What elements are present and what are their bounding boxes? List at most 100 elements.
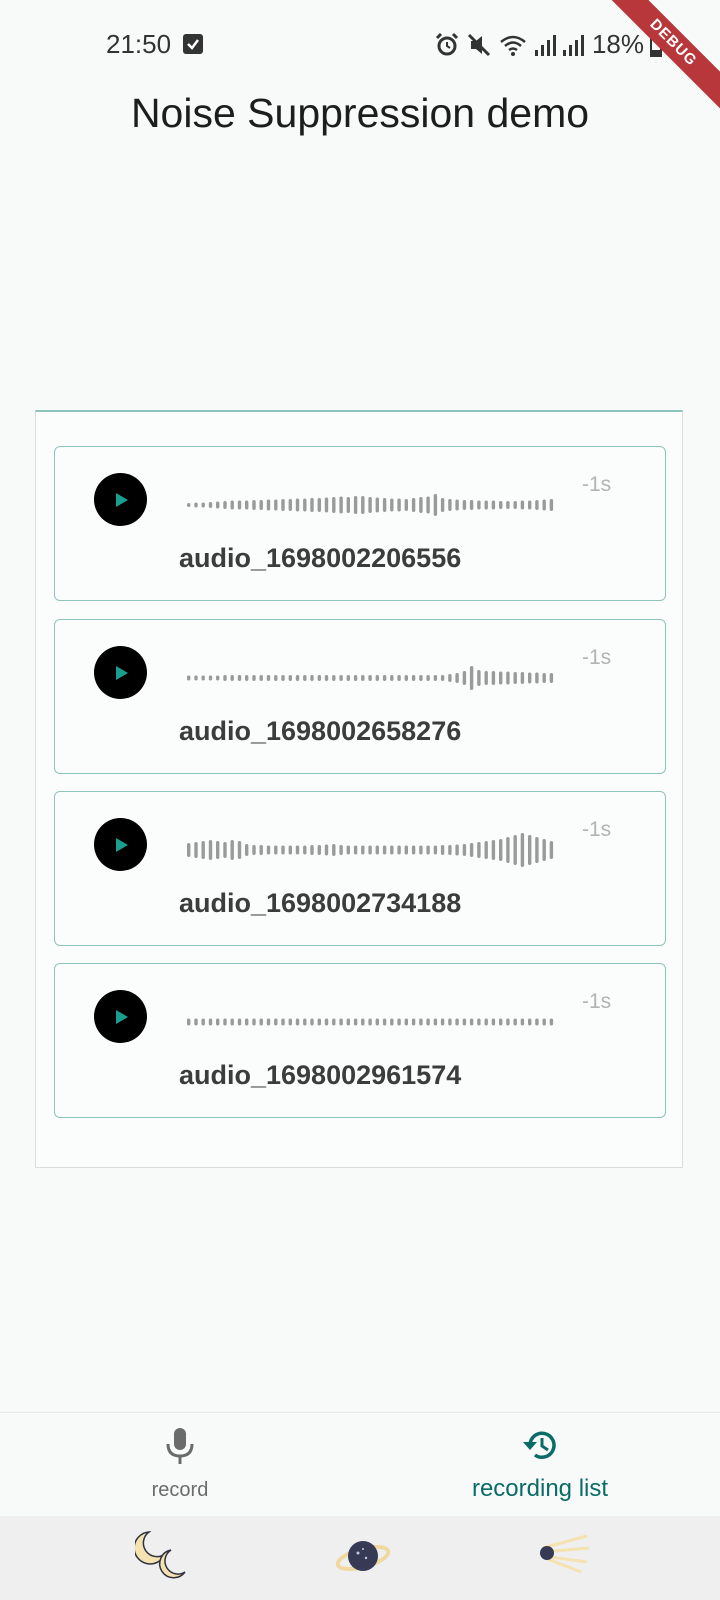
- play-button[interactable]: [94, 818, 147, 871]
- waveform-bar: [310, 675, 314, 681]
- play-icon: [115, 1009, 128, 1024]
- waveform-bar: [324, 844, 329, 856]
- waveform-bar: [455, 673, 459, 683]
- waveform-bar: [528, 835, 532, 865]
- waveform-bar: [346, 1018, 350, 1026]
- waveform-bar: [404, 1018, 408, 1026]
- waveform-bar: [520, 833, 525, 867]
- waveform-bar: [469, 666, 474, 690]
- waveform-bar: [216, 841, 220, 859]
- waveform-bar: [208, 502, 213, 508]
- waveform-bar: [455, 844, 459, 856]
- waveform-bar: [332, 497, 336, 513]
- waveform-bar: [288, 1018, 292, 1026]
- waveform-bar: [549, 499, 554, 511]
- waveform-bar: [528, 672, 532, 684]
- waveform-bar: [288, 675, 292, 681]
- waveform-bar: [353, 675, 358, 681]
- waveform[interactable]: [185, 660, 555, 696]
- waveform-bar: [448, 499, 452, 511]
- moon-icon[interactable]: [135, 1528, 191, 1584]
- waveform-bar: [499, 1018, 503, 1026]
- play-icon: [115, 837, 128, 852]
- recording-card[interactable]: -1s audio_1698002961574: [54, 963, 666, 1118]
- recording-card[interactable]: -1s audio_1698002734188: [54, 791, 666, 946]
- waveform-bar: [528, 1018, 532, 1026]
- waveform-bar: [208, 675, 213, 681]
- waveform-bar: [317, 498, 321, 512]
- waveform-bar: [549, 1018, 554, 1026]
- recording-card[interactable]: -1s audio_1698002658276: [54, 619, 666, 774]
- comet-icon[interactable]: [535, 1528, 591, 1584]
- waveform-bar: [194, 842, 198, 858]
- waveform-bar: [382, 675, 387, 681]
- waveform-bar: [281, 845, 285, 855]
- waveform-bar: [288, 845, 292, 855]
- play-button[interactable]: [94, 990, 147, 1043]
- waveform[interactable]: [185, 832, 555, 868]
- waveform-bar: [462, 844, 467, 856]
- waveform-bar: [303, 1018, 307, 1026]
- nav-recording-list[interactable]: recording list: [360, 1413, 720, 1517]
- waveform-bar: [303, 498, 307, 512]
- duration-label: -1s: [582, 990, 612, 1013]
- waveform-bar: [433, 845, 438, 855]
- waveform-bar: [361, 845, 365, 855]
- alarm-icon: [435, 32, 459, 55]
- waveform-bar: [230, 500, 234, 510]
- waveform-bar: [520, 1018, 525, 1026]
- waveform-bar: [361, 675, 365, 681]
- waveform-bar: [353, 1018, 358, 1026]
- waveform-bar: [440, 1018, 445, 1026]
- waveform-bar: [237, 500, 242, 510]
- waveform-bar: [499, 501, 503, 509]
- waveform-bar: [368, 1018, 372, 1026]
- task-check-icon: [183, 34, 203, 54]
- waveform-bar: [390, 675, 394, 681]
- waveform-bar: [397, 498, 401, 512]
- waveform-bar: [433, 675, 438, 681]
- waveform-bar: [245, 844, 249, 856]
- waveform-bar: [506, 671, 510, 685]
- waveform-bar: [404, 675, 408, 681]
- waveform-bar: [535, 500, 539, 510]
- play-button[interactable]: [94, 473, 147, 526]
- waveform-bar: [411, 1018, 416, 1026]
- waveform-bar: [274, 499, 278, 511]
- waveform-bar: [513, 1018, 517, 1026]
- waveform-bar: [375, 497, 379, 513]
- waveform-bar: [426, 496, 430, 514]
- waveform-bar: [259, 1018, 263, 1026]
- wifi-icon: [500, 35, 526, 56]
- waveform-bar: [295, 498, 300, 512]
- waveform-bar: [339, 496, 343, 514]
- waveform-bar: [223, 501, 227, 509]
- waveform-bar: [230, 675, 234, 681]
- recording-card[interactable]: -1s audio_1698002206556: [54, 446, 666, 601]
- nav-record[interactable]: record: [0, 1413, 360, 1517]
- waveform-bar: [201, 675, 205, 681]
- waveform-bar: [477, 500, 481, 510]
- waveform-bar: [245, 500, 249, 510]
- waveform-bar: [513, 835, 517, 865]
- waveform-bar: [223, 675, 227, 681]
- waveform-bar: [317, 675, 321, 681]
- waveform-bar: [245, 1018, 249, 1026]
- waveform-bar: [346, 675, 350, 681]
- waveform-bar: [361, 1018, 365, 1026]
- waveform[interactable]: [185, 487, 555, 523]
- waveform-bar: [535, 672, 539, 684]
- waveform-bar: [484, 500, 488, 510]
- waveform-bar: [187, 675, 191, 681]
- waveform[interactable]: [185, 1004, 555, 1040]
- waveform-bar: [535, 837, 539, 863]
- play-button[interactable]: [94, 646, 147, 699]
- waveform-bar: [426, 675, 430, 681]
- waveform-bar: [281, 1018, 285, 1026]
- waveform-bar: [266, 845, 271, 855]
- waveform-bar: [419, 675, 423, 681]
- waveform-bar: [426, 1018, 430, 1026]
- waveform-bar: [469, 1018, 474, 1026]
- waveform-bar: [513, 501, 517, 509]
- planet-icon[interactable]: [335, 1528, 391, 1584]
